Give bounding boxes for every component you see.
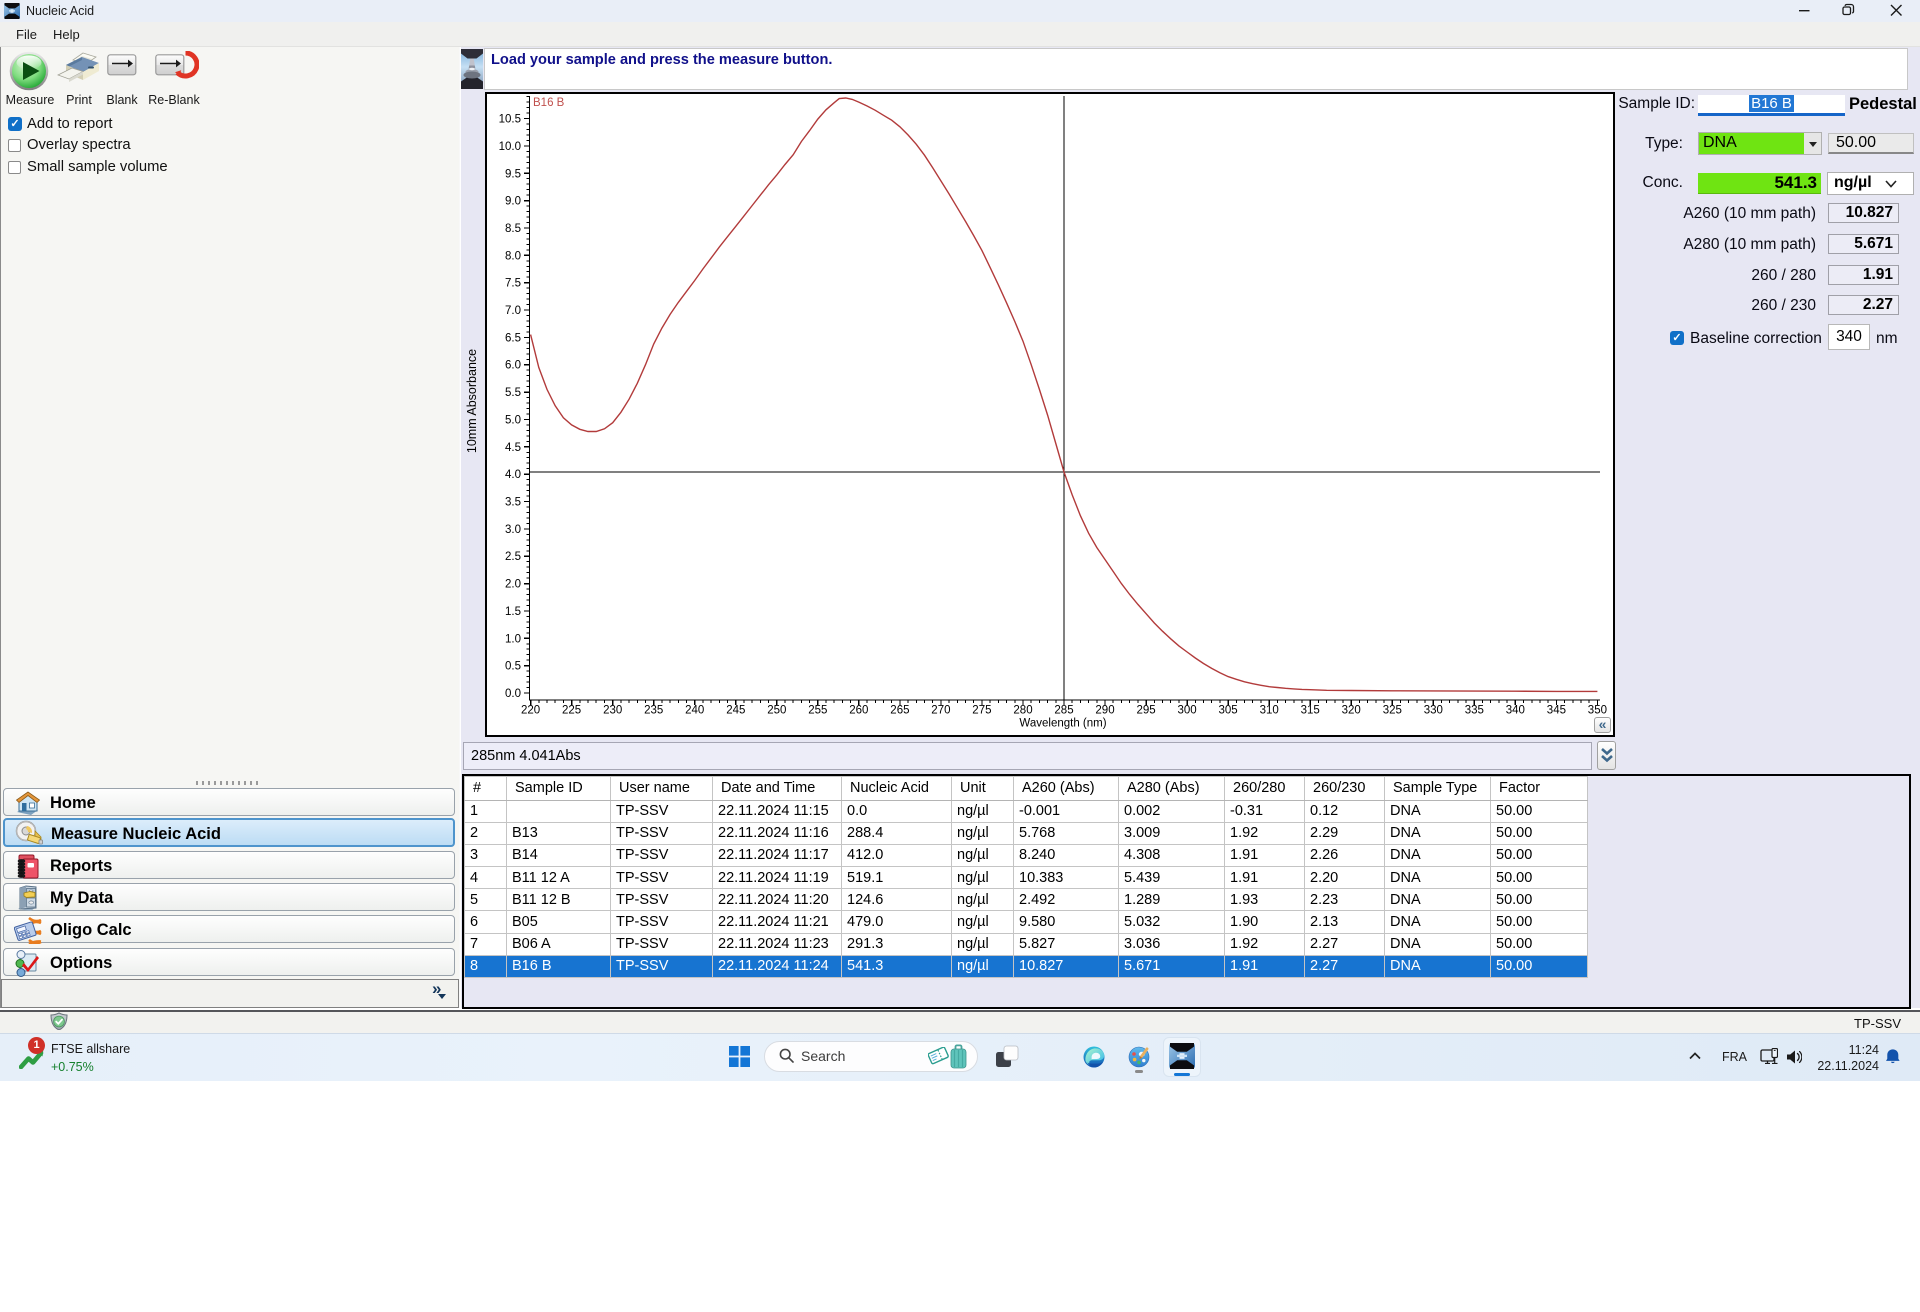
svg-text:325: 325 [1383,705,1402,717]
svg-text:6.5: 6.5 [505,332,521,344]
svg-text:5.5: 5.5 [505,387,521,399]
svg-text:260: 260 [849,705,868,717]
svg-text:1.5: 1.5 [505,606,521,618]
svg-text:285: 285 [1054,705,1073,717]
svg-text:310: 310 [1260,705,1279,717]
svg-text:275: 275 [972,705,991,717]
svg-text:250: 250 [767,705,786,717]
svg-text:9.5: 9.5 [505,168,521,180]
svg-text:270: 270 [931,705,950,717]
svg-text:0.0: 0.0 [505,688,521,700]
svg-text:225: 225 [562,705,581,717]
svg-text:265: 265 [890,705,909,717]
svg-text:7.5: 7.5 [505,278,521,290]
svg-text:10.0: 10.0 [499,141,521,153]
svg-text:3.0: 3.0 [505,524,521,536]
svg-text:6.0: 6.0 [505,360,521,372]
svg-text:340: 340 [1506,705,1525,717]
svg-text:280: 280 [1013,705,1032,717]
svg-text:235: 235 [644,705,663,717]
svg-text:295: 295 [1137,705,1156,717]
svg-text:9.0: 9.0 [505,196,521,208]
svg-text:8.5: 8.5 [505,223,521,235]
svg-text:255: 255 [808,705,827,717]
svg-text:7.0: 7.0 [505,305,521,317]
svg-text:240: 240 [685,705,704,717]
svg-text:2.5: 2.5 [505,551,521,563]
svg-text:8.0: 8.0 [505,250,521,262]
svg-text:320: 320 [1342,705,1361,717]
svg-text:B16 B: B16 B [533,97,565,109]
svg-text:245: 245 [726,705,745,717]
svg-text:10.5: 10.5 [499,114,521,126]
svg-text:305: 305 [1219,705,1238,717]
svg-text:1.0: 1.0 [505,633,521,645]
svg-text:0.5: 0.5 [505,661,521,673]
svg-text:4.5: 4.5 [505,442,521,454]
svg-text:345: 345 [1547,705,1566,717]
svg-text:4.0: 4.0 [505,469,521,481]
svg-text:315: 315 [1301,705,1320,717]
svg-text:330: 330 [1424,705,1443,717]
svg-text:350: 350 [1588,705,1607,717]
svg-text:220: 220 [521,705,540,717]
svg-text:2.0: 2.0 [505,579,521,591]
svg-text:290: 290 [1095,705,1114,717]
svg-text:335: 335 [1465,705,1484,717]
svg-text:Wavelength (nm): Wavelength (nm) [1019,718,1106,730]
svg-text:3.5: 3.5 [505,497,521,509]
svg-text:230: 230 [603,705,622,717]
svg-text:300: 300 [1178,705,1197,717]
svg-text:5.0: 5.0 [505,414,521,426]
